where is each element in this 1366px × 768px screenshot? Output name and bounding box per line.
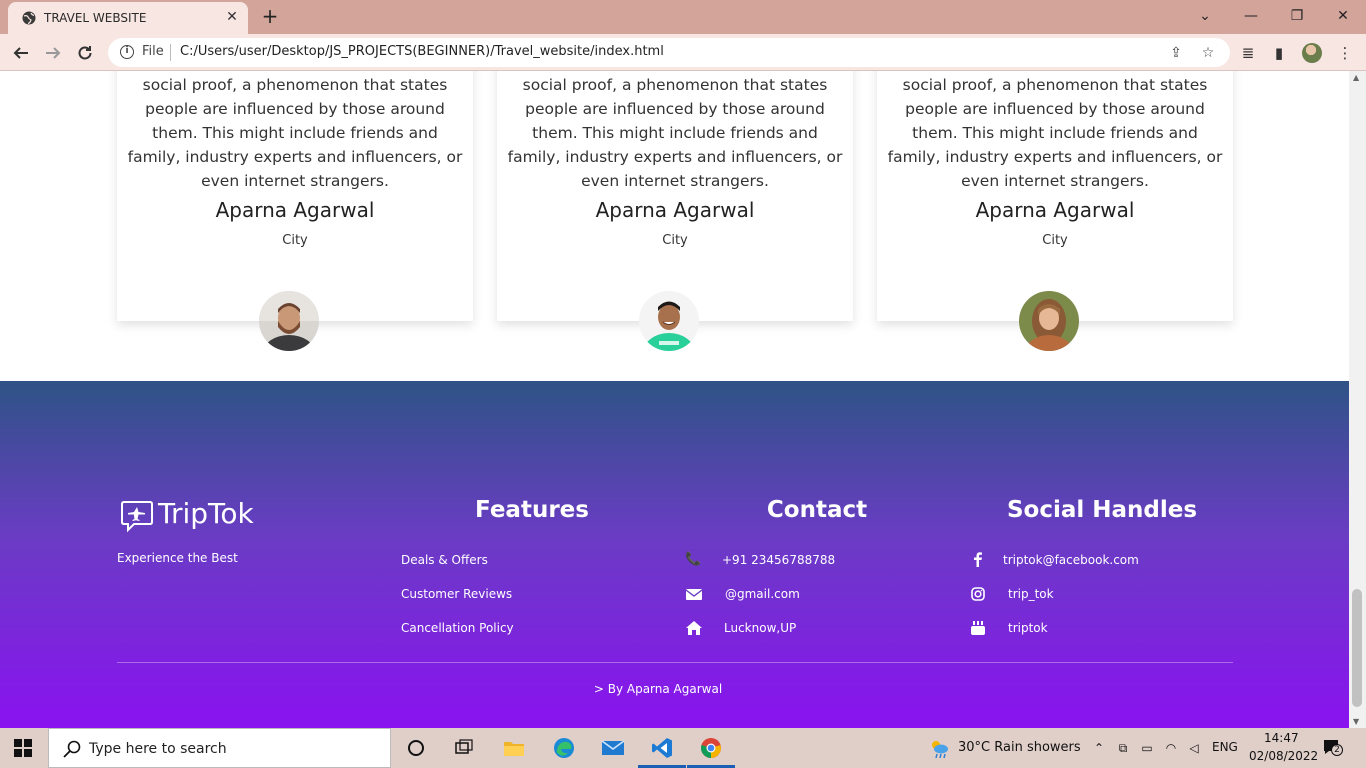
cortana-icon[interactable]	[402, 734, 430, 762]
clock-date[interactable]: 02/08/2022	[1249, 749, 1318, 763]
footer-divider	[117, 662, 1233, 663]
social-instagram[interactable]: trip_tok	[1008, 587, 1054, 601]
testimonial-text: social proof, a phenomenon that states p…	[887, 76, 1223, 190]
features-heading: Features	[475, 497, 589, 523]
language-indicator[interactable]: ENG	[1212, 740, 1238, 754]
wifi-icon[interactable]: ◠	[1163, 740, 1179, 756]
tab-title: TRAVEL WEBSITE	[44, 11, 147, 25]
footer-link-reviews[interactable]: Customer Reviews	[401, 587, 512, 601]
windows-start-icon[interactable]	[14, 739, 32, 757]
testimonial-avatar	[259, 291, 319, 351]
weather-text[interactable]: 30°C Rain showers	[958, 740, 1081, 755]
url-text[interactable]: C:/Users/user/Desktop/JS_PROJECTS(BEGINN…	[180, 44, 664, 59]
testimonial-card: social proof, a phenomenon that states p…	[117, 71, 473, 321]
minimize-button[interactable]: —	[1236, 4, 1266, 28]
browser-toolbar: i File C:/Users/user/Desktop/JS_PROJECTS…	[0, 34, 1366, 71]
contact-phone[interactable]: +91 23456788788	[722, 553, 835, 567]
search-icon	[63, 740, 81, 758]
reading-list-icon[interactable]: ≣	[1237, 42, 1259, 64]
menu-kebab-icon[interactable]: ⋮	[1334, 42, 1356, 64]
instagram-icon	[971, 587, 985, 601]
chrome-icon[interactable]	[697, 734, 725, 762]
info-icon[interactable]: i	[120, 45, 134, 59]
meet-now-icon[interactable]: ⧉	[1115, 740, 1131, 756]
profile-avatar[interactable]	[1302, 43, 1322, 63]
mail-icon[interactable]	[599, 734, 627, 762]
task-view-icon[interactable]	[450, 734, 478, 762]
testimonial-name: Aparna Agarwal	[975, 198, 1135, 222]
envelope-icon	[686, 589, 702, 600]
contact-address: Lucknow,UP	[724, 621, 797, 635]
side-panel-icon[interactable]: ▮	[1268, 42, 1290, 64]
clock-time[interactable]: 14:47	[1264, 731, 1299, 745]
share-icon[interactable]: ⇪	[1166, 43, 1186, 63]
scroll-down-arrow-icon[interactable]: ▼	[1353, 717, 1359, 726]
brand-tagline: Experience the Best	[117, 551, 238, 565]
reload-icon	[78, 46, 92, 60]
address-bar[interactable]: i File C:/Users/user/Desktop/JS_PROJECTS…	[108, 38, 1230, 67]
testimonial-city: City	[282, 233, 308, 248]
brand-name: TripTok	[158, 497, 254, 530]
youtube-icon	[971, 621, 985, 635]
arrow-right-icon	[46, 47, 61, 59]
social-heading: Social Handles	[1006, 497, 1198, 523]
url-scheme-label: File	[142, 44, 164, 59]
social-youtube[interactable]: triptok	[1008, 621, 1048, 635]
facebook-icon	[974, 552, 982, 567]
globe-icon	[22, 11, 36, 25]
reload-button[interactable]	[72, 40, 98, 66]
testimonial-text: social proof, a phenomenon that states p…	[507, 76, 843, 190]
speaker-icon[interactable]: ◁	[1186, 740, 1202, 756]
testimonial-avatar	[1019, 291, 1079, 351]
testimonial-city: City	[662, 233, 688, 248]
testimonial-avatar	[639, 291, 699, 351]
browser-tab-strip: TRAVEL WEBSITE ✕ + ⌄ — ❐ ✕	[0, 0, 1366, 34]
plane-chat-icon	[121, 501, 153, 533]
phone-icon: 📞	[685, 552, 702, 567]
bookmark-star-icon[interactable]: ☆	[1198, 43, 1218, 63]
social-facebook[interactable]: triptok@facebook.com	[1003, 553, 1139, 567]
browser-tab[interactable]: TRAVEL WEBSITE ✕	[8, 2, 248, 34]
arrow-left-icon	[13, 47, 28, 59]
chevron-up-icon[interactable]: ⌃	[1091, 740, 1107, 756]
notification-count-badge: 2	[1331, 744, 1343, 756]
vertical-scrollbar[interactable]: ▲ ▼	[1349, 71, 1366, 728]
edge-browser-icon[interactable]	[550, 734, 578, 762]
notification-center[interactable]: 2	[1322, 738, 1346, 758]
testimonial-card: social proof, a phenomenon that states p…	[497, 71, 853, 321]
restore-button[interactable]: ❐	[1282, 4, 1312, 28]
tab-search-chevron-icon[interactable]: ⌄	[1190, 4, 1220, 28]
scroll-up-arrow-icon[interactable]: ▲	[1353, 73, 1359, 82]
file-explorer-icon[interactable]	[500, 734, 528, 762]
contact-heading: Contact	[766, 497, 868, 523]
new-tab-button[interactable]: +	[258, 4, 282, 28]
windows-taskbar: Type here to search 30°C Rain showers ⌃ …	[0, 728, 1366, 768]
search-placeholder: Type here to search	[89, 741, 227, 757]
testimonial-card: social proof, a phenomenon that states p…	[877, 71, 1233, 321]
weather-rain-icon[interactable]	[928, 738, 950, 760]
back-button[interactable]	[8, 40, 34, 66]
forward-button[interactable]	[40, 40, 66, 66]
battery-icon[interactable]: ▭	[1139, 740, 1155, 756]
testimonial-name: Aparna Agarwal	[595, 198, 755, 222]
scrollbar-thumb[interactable]	[1352, 589, 1362, 707]
site-footer: TripTok Experience the Best Features Dea…	[0, 381, 1349, 728]
home-icon	[686, 621, 702, 635]
taskbar-search-box[interactable]: Type here to search	[48, 728, 391, 768]
testimonial-city: City	[1042, 233, 1068, 248]
close-window-button[interactable]: ✕	[1328, 4, 1358, 28]
omnibox-divider	[170, 44, 171, 61]
testimonial-name: Aparna Agarwal	[215, 198, 375, 222]
testimonial-text: social proof, a phenomenon that states p…	[127, 76, 463, 190]
vscode-icon[interactable]	[648, 734, 676, 762]
footer-link-deals[interactable]: Deals & Offers	[401, 553, 488, 567]
page-viewport: social proof, a phenomenon that states p…	[0, 71, 1349, 728]
footer-link-cancellation[interactable]: Cancellation Policy	[401, 621, 514, 635]
contact-email[interactable]: @gmail.com	[725, 587, 800, 601]
footer-credit: > By Aparna Agarwal	[593, 682, 723, 696]
tab-close-icon[interactable]: ✕	[224, 9, 240, 25]
